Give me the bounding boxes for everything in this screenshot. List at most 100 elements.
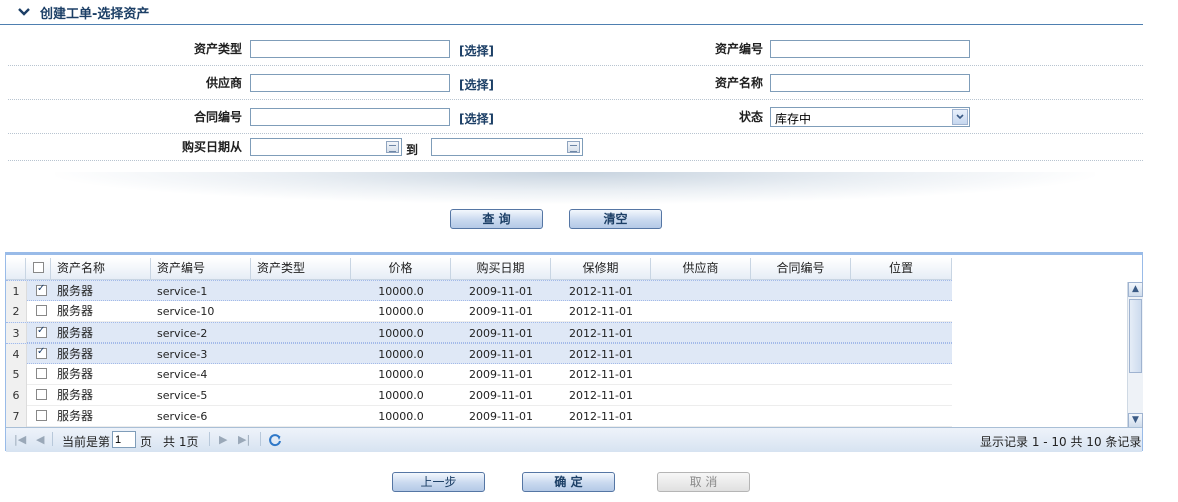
cell-price: 10000.0: [378, 305, 424, 318]
cell-asset-name: 服务器: [57, 347, 94, 361]
row-checkbox[interactable]: [36, 346, 47, 359]
cell-price: 10000.0: [378, 410, 424, 423]
cell-asset-name: 服务器: [57, 284, 94, 298]
last-page-icon[interactable]: ▶|: [238, 433, 250, 446]
cancel-button[interactable]: 取 消: [657, 472, 750, 492]
col-supplier[interactable]: 供应商: [651, 258, 751, 279]
asset-grid: 资产名称 资产编号 资产类型 价格 购买日期 保修期 供应商 合同编号 位置 1…: [5, 252, 1143, 452]
prev-step-button[interactable]: 上一步: [392, 472, 485, 492]
table-row[interactable]: 3 服务器 service-2 10000.0 2009-11-01 2012-11-01: [6, 322, 952, 344]
table-row[interactable]: 2 服务器 service-10 10000.0 2009-11-01 2012-11-0…: [6, 301, 952, 322]
page-suffix-label: 页: [140, 435, 153, 449]
grid-vertical-scrollbar[interactable]: ▲ ▼: [1127, 282, 1143, 428]
refresh-icon[interactable]: [268, 433, 282, 447]
table-row[interactable]: 5 服务器 service-4 10000.0 2009-11-01 2012-11-01: [6, 364, 952, 385]
row-checkbox[interactable]: [36, 325, 47, 338]
row-checkbox[interactable]: [36, 283, 47, 296]
cell-warranty: 2012-11-01: [569, 410, 633, 423]
cell-asset-no: service-3: [157, 348, 208, 361]
asset-type-input[interactable]: [250, 40, 450, 58]
cell-buy-date: 2009-11-01: [469, 368, 533, 381]
table-row[interactable]: 6 服务器 service-5 10000.0 2009-11-01 2012-11-01: [6, 385, 952, 406]
cell-asset-name: 服务器: [57, 326, 94, 340]
cell-asset-no: service-5: [157, 389, 208, 402]
row-number: 5: [6, 364, 27, 385]
next-page-icon[interactable]: ▶: [219, 433, 227, 446]
divider-shine: [55, 172, 1095, 204]
cell-warranty: 2012-11-01: [569, 305, 633, 318]
asset-name-input[interactable]: [770, 74, 970, 92]
supplier-select-link[interactable]: [选择]: [459, 76, 494, 93]
col-contract-no[interactable]: 合同编号: [751, 258, 851, 279]
buy-date-to-input[interactable]: [431, 138, 583, 156]
cell-asset-name: 服务器: [57, 388, 94, 402]
col-location[interactable]: 位置: [851, 258, 952, 279]
cell-asset-no: service-10: [157, 305, 215, 318]
row-checkbox[interactable]: [36, 389, 47, 400]
cell-buy-date: 2009-11-01: [469, 285, 533, 298]
col-warranty[interactable]: 保修期: [551, 258, 651, 279]
contract-select-link[interactable]: [选择]: [459, 110, 494, 127]
cell-asset-name: 服务器: [57, 409, 94, 423]
row-checkbox[interactable]: [36, 410, 47, 421]
page-number-input[interactable]: [112, 431, 136, 448]
calendar-icon[interactable]: [567, 141, 580, 153]
table-row[interactable]: 1 服务器 service-1 10000.0 2009-11-01 2012-11-01: [6, 280, 952, 302]
cell-price: 10000.0: [378, 285, 424, 298]
row-number: 1: [6, 281, 27, 302]
col-asset-name[interactable]: 资产名称: [51, 258, 151, 279]
row-number: 4: [6, 344, 27, 365]
status-select[interactable]: 库存中: [770, 107, 970, 127]
confirm-button[interactable]: 确 定: [522, 472, 615, 492]
cell-asset-no: service-2: [157, 327, 208, 340]
scroll-up-arrow-icon[interactable]: ▲: [1128, 282, 1143, 297]
chevron-down-icon[interactable]: [952, 109, 968, 125]
cell-buy-date: 2009-11-01: [469, 348, 533, 361]
cell-price: 10000.0: [378, 368, 424, 381]
record-summary: 显示记录 1 - 10 共 10 条记录: [980, 435, 1142, 449]
prev-page-icon[interactable]: ◀: [36, 433, 44, 446]
contract-no-input[interactable]: [250, 108, 450, 126]
row-number: 3: [6, 323, 27, 344]
first-page-icon[interactable]: |◀: [14, 433, 26, 446]
select-all-checkbox[interactable]: [33, 262, 44, 273]
row-number: 7: [6, 406, 27, 427]
query-button[interactable]: 查 询: [450, 209, 543, 229]
row-number: 2: [6, 301, 27, 322]
grid-header: 资产名称 资产编号 资产类型 价格 购买日期 保修期 供应商 合同编号 位置: [6, 258, 952, 280]
chevron-down-icon[interactable]: [17, 6, 31, 18]
section-header: 创建工单-选择资产: [0, 0, 1143, 25]
col-asset-type[interactable]: 资产类型: [251, 258, 351, 279]
buy-date-from-label: 购买日期从: [181, 140, 242, 154]
scroll-down-arrow-icon[interactable]: ▼: [1128, 413, 1143, 428]
supplier-input[interactable]: [250, 74, 450, 92]
scroll-thumb[interactable]: [1129, 299, 1142, 373]
cell-warranty: 2012-11-01: [569, 368, 633, 381]
cell-price: 10000.0: [378, 348, 424, 361]
page-title: 创建工单-选择资产: [40, 7, 150, 22]
cell-asset-no: service-6: [157, 410, 208, 423]
row-checkbox[interactable]: [36, 305, 47, 316]
table-row[interactable]: 7 服务器 service-6 10000.0 2009-11-01 2012-11-01: [6, 406, 952, 427]
asset-no-input[interactable]: [770, 40, 970, 58]
current-page-label: 当前是第: [62, 435, 111, 449]
cell-price: 10000.0: [378, 327, 424, 340]
calendar-icon[interactable]: [386, 141, 399, 153]
buy-date-from-input[interactable]: [250, 138, 402, 156]
status-label: 状态: [738, 110, 763, 124]
status-select-value: 库存中: [775, 112, 812, 126]
asset-type-select-link[interactable]: [选择]: [459, 42, 494, 59]
cell-asset-no: service-4: [157, 368, 208, 381]
pager-separator: [52, 432, 53, 446]
col-price[interactable]: 价格: [351, 258, 451, 279]
col-buy-date[interactable]: 购买日期: [451, 258, 551, 279]
cell-warranty: 2012-11-01: [569, 327, 633, 340]
pager-separator: [209, 432, 210, 446]
pagination-bar: |◀ ◀ 当前是第 页 共 1页 ▶ ▶| 显示记录 1 - 10 共 10 条…: [6, 427, 1142, 452]
table-row[interactable]: 4 服务器 service-3 10000.0 2009-11-01 2012-11-01: [6, 343, 952, 365]
col-asset-no[interactable]: 资产编号: [151, 258, 251, 279]
asset-no-label: 资产编号: [714, 42, 763, 56]
header-rownum: [6, 258, 26, 279]
clear-button[interactable]: 清空: [569, 209, 662, 229]
row-checkbox[interactable]: [36, 368, 47, 379]
